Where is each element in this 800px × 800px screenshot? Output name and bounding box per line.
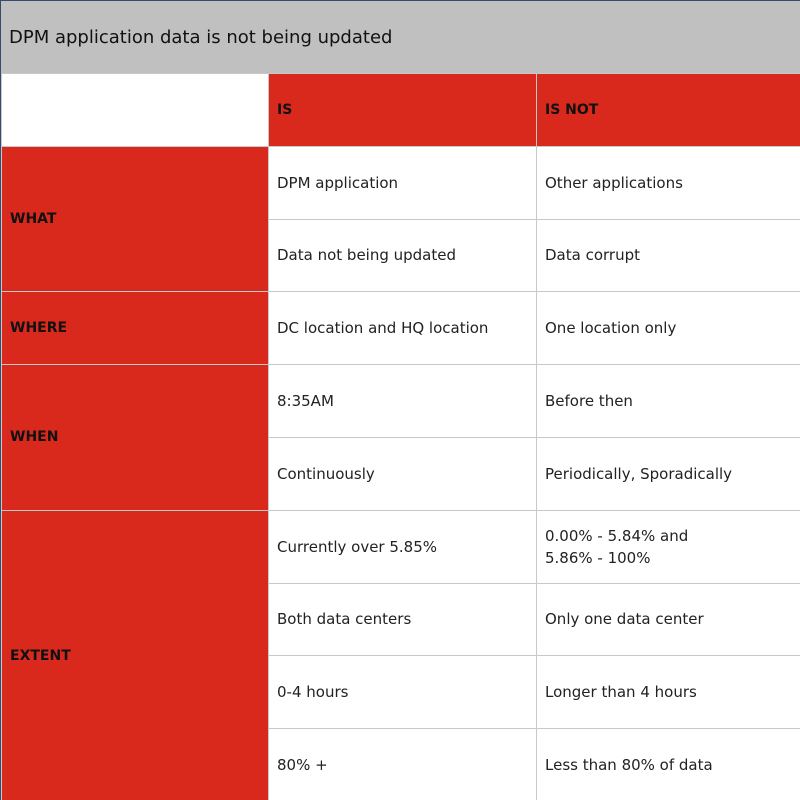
table-row: WHAT DPM application Other applications: [1, 145, 800, 293]
cell-is-not: Before then: [536, 364, 800, 438]
cell-is-not: Longer than 4 hours: [536, 655, 800, 730]
cell-is: DC location and HQ location: [268, 291, 537, 366]
page: DPM application data is not being update…: [0, 0, 800, 800]
cell-is-not: Data corrupt: [536, 218, 800, 293]
cell-is-not-line: 5.86% - 100%: [545, 548, 651, 567]
cell-is-not: Other applications: [536, 145, 800, 220]
cell-is-not: 0.00% - 5.84% and 5.86% - 100%: [536, 509, 800, 584]
cell-is-not: Only one data center: [536, 582, 800, 657]
cell-is: Currently over 5.85%: [268, 509, 537, 584]
cell-is-not: One location only: [536, 291, 800, 366]
table-row: WHEN 8:35AM Before then: [1, 364, 800, 511]
cell-is: 8:35AM: [268, 364, 537, 438]
cell-is-not-line: 0.00% - 5.84% and: [545, 526, 689, 545]
cell-is-not: Periodically, Sporadically: [536, 436, 800, 511]
table-row: WHERE DC location and HQ location One lo…: [1, 291, 800, 366]
row-label-where: WHERE: [1, 291, 269, 366]
cell-is: Both data centers: [268, 582, 537, 657]
cell-is: Continuously: [268, 436, 537, 511]
cell-is: 0-4 hours: [268, 655, 537, 730]
row-label-what: WHAT: [1, 145, 269, 293]
row-label-when: WHEN: [1, 364, 269, 511]
cell-is-not: Less than 80% of data: [536, 728, 800, 800]
page-title: DPM application data is not being update…: [1, 1, 800, 73]
table-row: EXTENT Currently over 5.85% 0.00% - 5.84…: [1, 509, 800, 800]
cell-is: Data not being updated: [268, 218, 537, 293]
header-blank-cell: [1, 73, 269, 147]
is-is-not-table: IS IS NOT WHAT DPM application Other app…: [1, 73, 800, 800]
header-is-not: IS NOT: [536, 73, 800, 147]
cell-is: 80% +: [268, 728, 537, 800]
title-text: DPM application data is not being update…: [9, 26, 393, 48]
header-row: IS IS NOT: [1, 73, 800, 147]
cell-is: DPM application: [268, 145, 537, 220]
row-label-extent: EXTENT: [1, 509, 269, 800]
header-is: IS: [268, 73, 537, 147]
